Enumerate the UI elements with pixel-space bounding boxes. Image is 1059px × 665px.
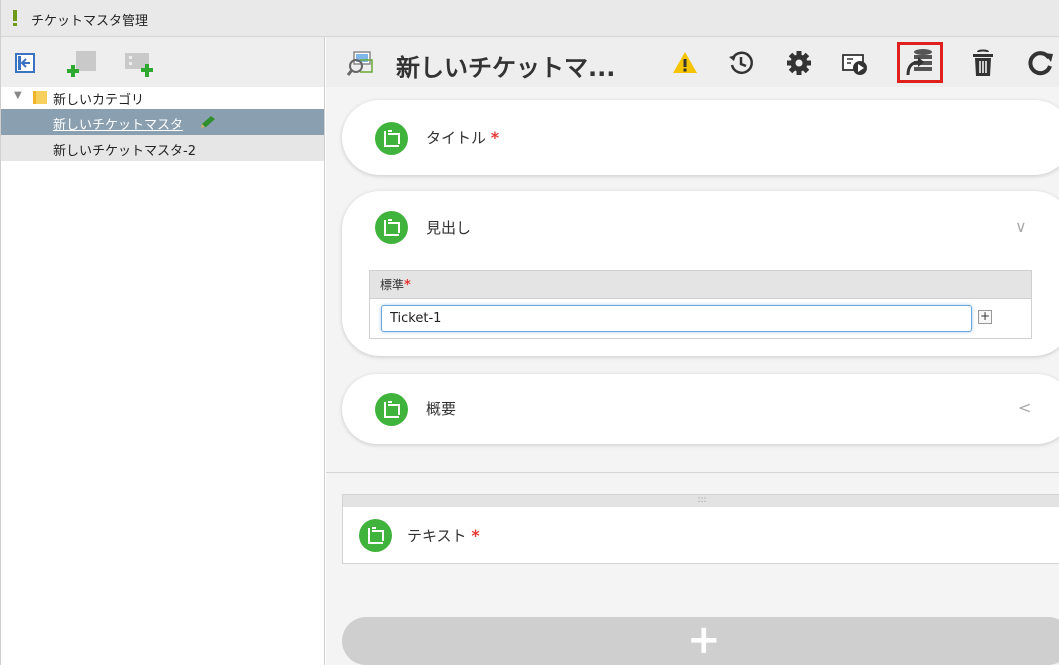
page-title: 新しいチケットマ... (396, 54, 616, 82)
tree-view: ▼ 新しいカテゴリ 新しいチケットマスタ 新しいチケットマスタ-2 (1, 87, 324, 665)
sidebar: ▼ 新しいカテゴリ 新しいチケットマスタ 新しいチケットマスタ-2 (1, 37, 325, 665)
field-icon (375, 211, 408, 244)
heading-table: 標準* + (369, 270, 1032, 339)
field-card-summary[interactable]: 概要 < (342, 374, 1059, 444)
tree-item-label: 新しいチケットマスタ (53, 118, 184, 133)
field-icon (359, 519, 392, 552)
expand-arrow-icon[interactable]: ▼ (14, 90, 22, 101)
tree-category-label: 新しいカテゴリ (53, 93, 145, 108)
folder-icon (33, 91, 47, 104)
tree-category[interactable]: ▼ 新しいカテゴリ (1, 87, 324, 109)
ticket-master-icon (346, 51, 373, 76)
field-card-heading[interactable]: 見出し ∨ 標準* + (342, 191, 1059, 356)
tree-item-ticket-master-1[interactable]: 新しいチケットマスタ (1, 109, 324, 135)
field-label: 概要 (426, 400, 457, 418)
add-category-icon[interactable] (67, 51, 99, 77)
add-field-button[interactable]: + (342, 617, 1059, 665)
collapse-panel-icon[interactable] (15, 53, 35, 73)
chevron-down-icon[interactable]: ∨ (1015, 217, 1027, 236)
plus-icon: + (687, 617, 721, 663)
drag-handle[interactable]: ::: (343, 495, 1059, 507)
window-title: チケットマスタ管理 (31, 14, 149, 29)
form-editor: タイトル * 見出し ∨ 標準* + (326, 87, 1059, 665)
add-row-button[interactable]: + (978, 310, 992, 324)
preview-icon[interactable] (841, 49, 869, 77)
title-bar: チケットマスタ管理 (1, 0, 1059, 37)
field-label: 見出し (426, 219, 472, 237)
field-icon (375, 393, 408, 426)
field-card-text[interactable]: ::: テキスト * (342, 494, 1059, 564)
section-divider (326, 472, 1059, 473)
refresh-icon[interactable] (1027, 49, 1055, 77)
add-ticket-master-icon[interactable] (123, 51, 157, 77)
settings-icon[interactable] (785, 49, 813, 77)
warning-icon[interactable] (671, 49, 699, 77)
field-card-title[interactable]: タイトル * (342, 100, 1059, 175)
column-header-standard: 標準* (380, 278, 411, 293)
heading-value-input[interactable] (381, 305, 972, 332)
table-header: 標準* (370, 271, 1031, 299)
history-icon[interactable] (727, 49, 755, 77)
app-logo-icon (13, 10, 17, 26)
field-icon (375, 122, 408, 155)
field-label: タイトル * (426, 128, 500, 147)
main-header: 新しいチケットマ... (326, 37, 1059, 87)
trash-icon[interactable] (969, 49, 997, 77)
tree-item-ticket-master-2[interactable]: 新しいチケットマスタ-2 (1, 135, 324, 161)
app-window: チケットマスタ管理 ▼ 新しいカテゴリ 新しいチケットマスタ 新しいチケットマス… (0, 0, 1059, 665)
required-mark: * (471, 526, 480, 545)
required-mark: * (490, 128, 500, 147)
field-label: テキスト * (407, 526, 480, 545)
chevron-left-icon[interactable]: < (1018, 398, 1031, 417)
pencil-icon[interactable] (199, 115, 217, 129)
tree-item-label: 新しいチケットマスタ-2 (53, 144, 196, 159)
sidebar-toolbar (1, 37, 324, 87)
export-database-icon[interactable] (905, 47, 935, 77)
